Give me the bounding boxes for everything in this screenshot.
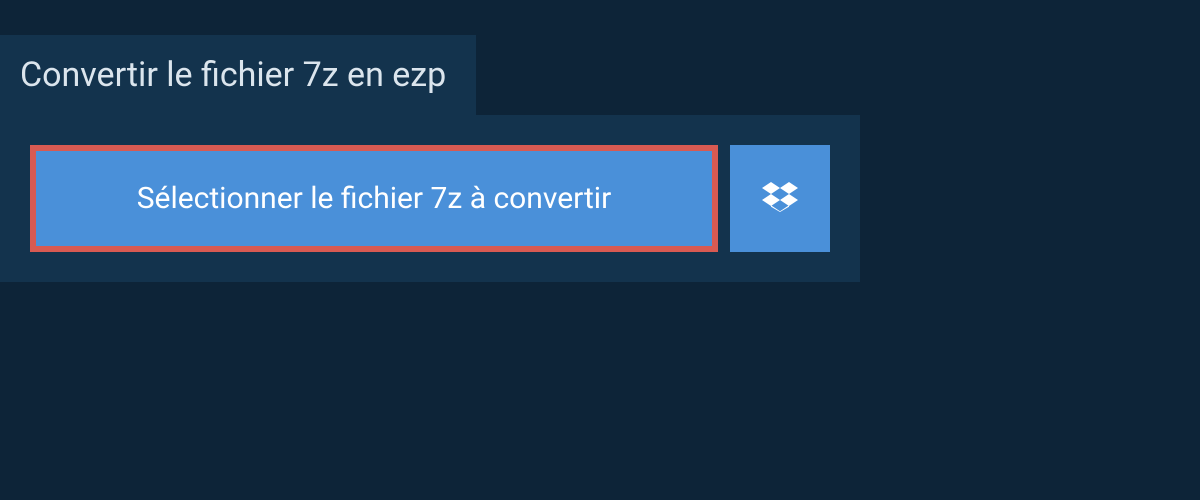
dropbox-icon	[762, 179, 798, 219]
dropbox-button[interactable]	[730, 145, 830, 252]
tab-header: Convertir le fichier 7z en ezp	[0, 35, 476, 115]
button-row: Sélectionner le fichier 7z à convertir	[30, 145, 830, 252]
upload-panel: Sélectionner le fichier 7z à convertir	[0, 115, 860, 282]
select-file-label: Sélectionner le fichier 7z à convertir	[137, 181, 612, 216]
page-title: Convertir le fichier 7z en ezp	[20, 55, 446, 95]
select-file-button[interactable]: Sélectionner le fichier 7z à convertir	[30, 145, 718, 252]
